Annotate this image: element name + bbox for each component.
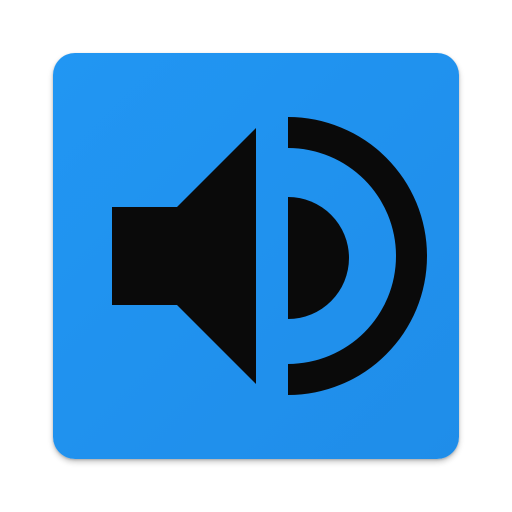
app-icon[interactable] <box>53 53 459 459</box>
speaker-volume-icon <box>53 53 459 459</box>
launcher-canvas <box>0 0 512 512</box>
